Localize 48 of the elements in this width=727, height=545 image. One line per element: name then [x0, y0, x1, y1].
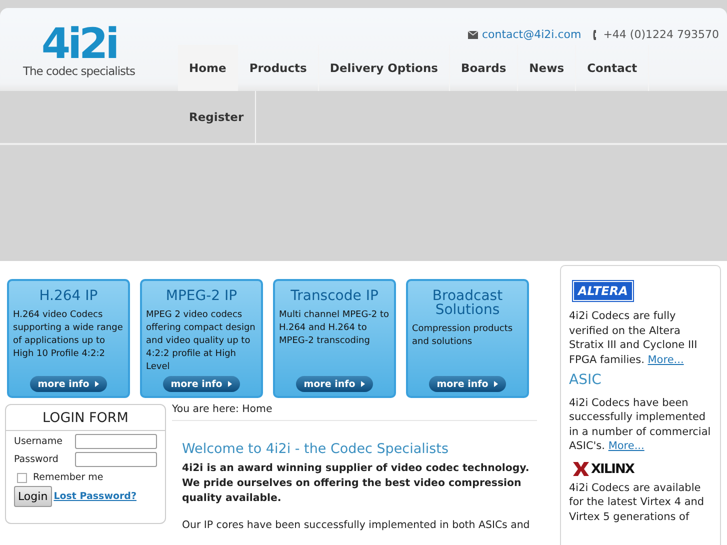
more-info-button[interactable]: more info	[429, 376, 506, 392]
caret-icon	[361, 381, 366, 387]
email-link[interactable]: contact@4i2i.com	[482, 28, 582, 41]
xilinx-logo[interactable]: XILINX	[573, 462, 634, 476]
sidebar-paragraph: 4i2i Codecs are fully verified on the Altera Stratix III and Cyclone III FPGA families. More...	[569, 309, 698, 367]
more-link[interactable]: More...	[648, 354, 684, 366]
caret-icon	[95, 381, 100, 387]
nav-tab[interactable]: Boards	[450, 45, 518, 91]
caret-icon	[494, 381, 498, 387]
phone-number: +44 (0)1224 793570	[603, 28, 719, 41]
password-label: Password	[14, 454, 58, 465]
nav-tab[interactable]: News	[518, 45, 576, 91]
more-info-button[interactable]: more info	[30, 376, 107, 392]
nav-tab[interactable]: Home	[178, 45, 238, 91]
logo-tagline: The codec specialists	[22, 64, 136, 78]
envelope-icon	[468, 30, 478, 38]
nav-tab[interactable]: Delivery Options	[318, 45, 450, 91]
card-title: H.264 IP	[38, 289, 99, 303]
card-description: Multi channel MPEG-2 to H.264 and H.264 to MPEG-2 transcoding	[279, 309, 390, 348]
sidebar-paragraph: 4i2i Codecs are available for the latest Virtex 4 and Virtex 5 generations of	[569, 480, 706, 524]
nav-tab[interactable]: Contact	[576, 45, 650, 91]
section-heading: ASIC	[569, 373, 602, 388]
more-info-button[interactable]: more info	[163, 376, 240, 392]
altera-logo[interactable]: ALTERA	[573, 281, 633, 301]
intro-paragraph: 4i2i is an award winning supplier of video codec technology. We pride ourselves on offering the best video compression quality available.	[182, 462, 530, 506]
caret-icon	[228, 381, 232, 387]
login-form-title: LOGIN FORM	[6, 405, 165, 431]
card-title: MPEG-2 IP	[164, 289, 238, 303]
nav-tab[interactable]: Products	[238, 45, 319, 91]
article-heading: Welcome to 4i2i - the Codec Specialists	[182, 441, 450, 457]
lost-password-link[interactable]: Lost Password?	[54, 491, 136, 502]
card-title: Transcode IP	[290, 289, 380, 303]
more-link[interactable]: More...	[608, 440, 644, 452]
remember-checkbox[interactable]	[17, 472, 27, 482]
card-description: H.264 video Codecs supporting a wide range of applications up to High 10 Profile 4:2:2	[13, 309, 124, 361]
card-description: Compression products and solutions	[412, 323, 514, 349]
password-field[interactable]	[75, 452, 157, 467]
remember-label: Remember me	[33, 472, 104, 483]
body-paragraph: Our IP cores have been successfully implemented in both ASICs and	[182, 519, 531, 533]
login-button[interactable]: Login	[14, 486, 52, 507]
logo-wordmark[interactable]: 4i2i	[41, 24, 117, 64]
sidebar-paragraph: 4i2i Codecs have been successfully implemented in a number of commercial ASIC's. More...	[569, 396, 712, 454]
username-label: Username	[14, 436, 62, 447]
card-title: Broadcast Solutions	[431, 289, 504, 317]
more-info-button[interactable]: more info	[296, 376, 373, 392]
breadcrumb: You are here: Home	[172, 404, 537, 421]
card-description: MPEG 2 video codecs offering compact design and video quality up to 4:2:2 profile at High Level	[146, 309, 256, 374]
username-field[interactable]	[75, 434, 157, 449]
